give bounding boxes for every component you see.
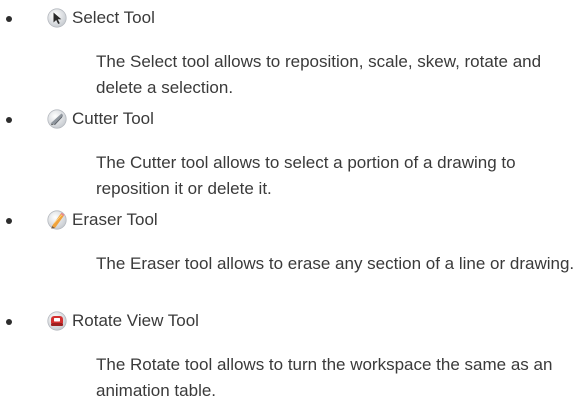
bullet-point <box>6 319 12 325</box>
bullet-point <box>6 16 12 22</box>
tool-name: Eraser Tool <box>72 210 158 229</box>
bullet-point <box>6 117 12 123</box>
tool-name: Rotate View Tool <box>72 311 199 330</box>
cutter-blade-icon <box>47 109 67 129</box>
tool-name: Select Tool <box>72 8 155 27</box>
tool-description: The Cutter tool allows to select a porti… <box>96 153 516 198</box>
tool-description: The Rotate tool allows to turn the works… <box>96 355 553 400</box>
tool-description: The Eraser tool allows to erase any sect… <box>96 254 575 273</box>
select-arrow-icon <box>47 8 67 28</box>
eraser-pencil-icon <box>47 210 67 230</box>
bullet-point <box>6 218 12 224</box>
tool-description: The Select tool allows to reposition, sc… <box>96 52 542 97</box>
rotate-view-icon <box>47 311 67 331</box>
tool-name: Cutter Tool <box>72 109 154 128</box>
